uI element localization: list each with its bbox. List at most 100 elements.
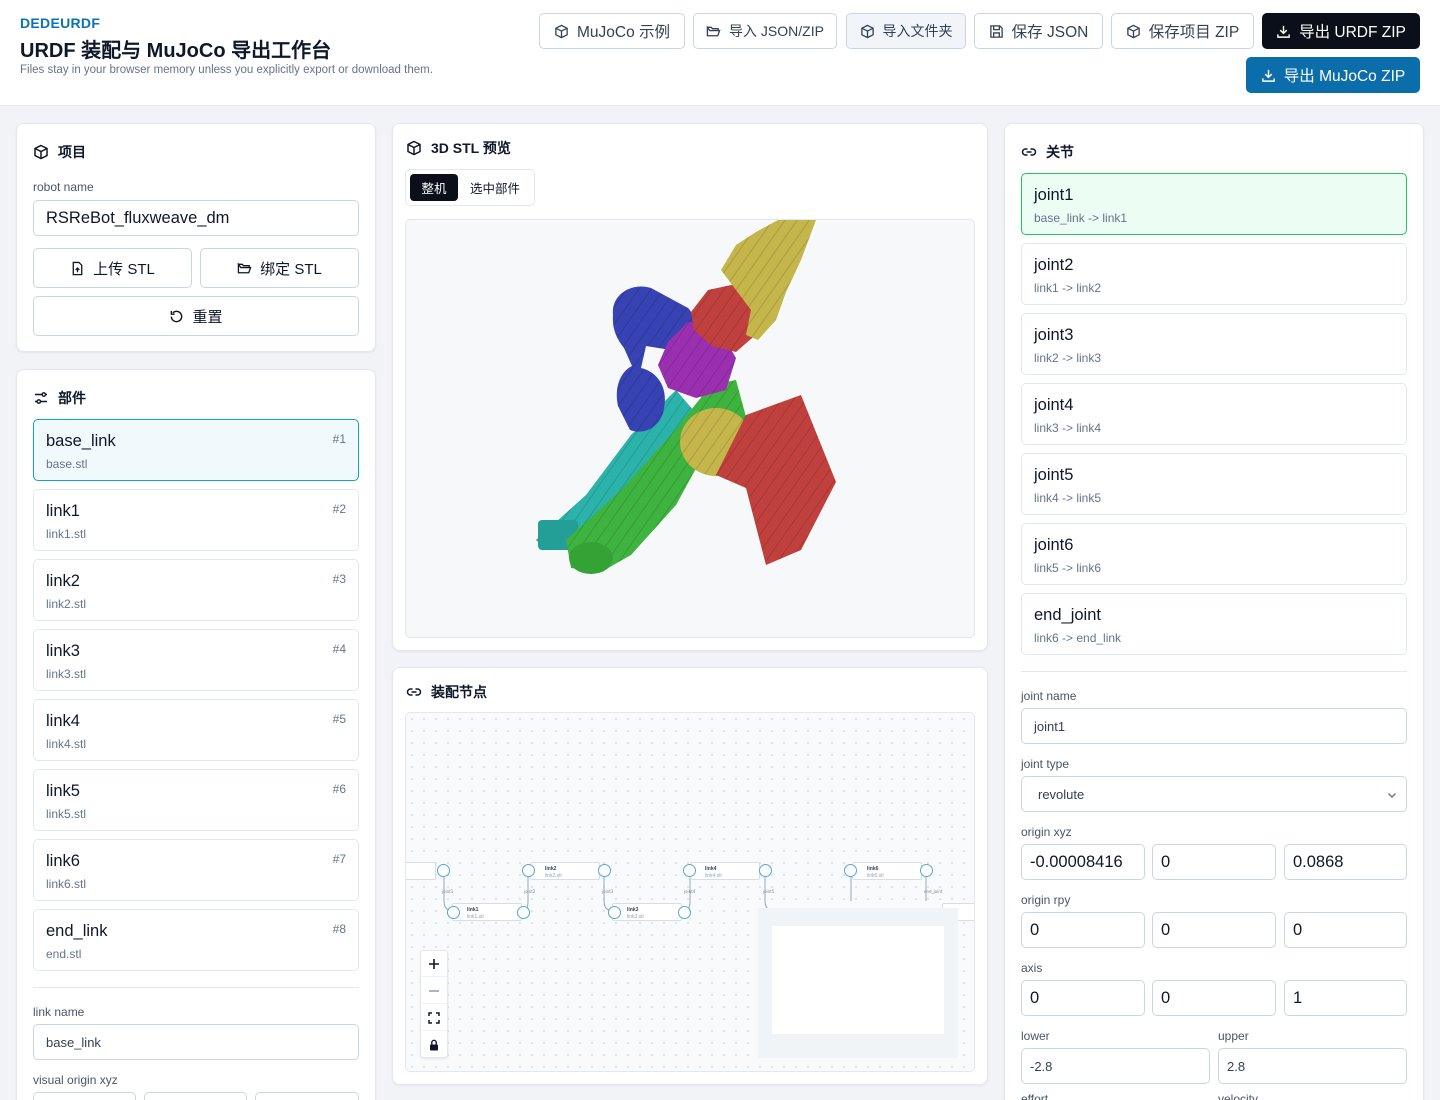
edge-label: joint5 [762,889,775,894]
joint-item-joint1[interactable]: joint1 base_link -> link1 [1021,173,1407,235]
part-item-link6[interactable]: link6 link6.stl #7 [33,839,359,901]
axis-label: axis [1021,961,1043,975]
velocity-label: velocity [1218,1092,1259,1100]
graph-node-link1[interactable]: link1 link1.stl [452,903,522,921]
node-handle[interactable] [517,906,530,919]
page-title: URDF 装配与 MuJoCo 导出工作台 [20,40,332,62]
zoom-out-button[interactable] [421,978,447,1004]
origin-y-input[interactable]: 0 [1152,844,1276,880]
node-title: link3 [627,907,639,913]
axis-x-input[interactable]: 0 [1021,980,1145,1016]
tab-whole-robot[interactable]: 整机 [410,174,458,201]
minus-icon [429,989,439,992]
folder-open-icon [706,24,721,36]
node-graph-canvas[interactable]: joint1 joint2 joint3 joint4 joint5 end_j… [405,712,975,1072]
graph-minimap[interactable] [758,908,958,1058]
node-handle[interactable] [759,864,772,877]
node-handle[interactable] [608,906,621,919]
origin-z-input[interactable]: 0.0868 [1284,844,1407,880]
origin-pitch-input[interactable]: 0 [1152,912,1276,948]
joint-item-joint5[interactable]: joint5 link4 -> link5 [1021,453,1407,515]
node-handle[interactable] [598,864,611,877]
import-folder-button[interactable]: 导入文件夹 [846,13,966,49]
export-mujoco-zip-button[interactable]: 导出 MuJoCo ZIP [1246,57,1420,93]
origin-roll-input[interactable]: 0 [1021,912,1145,948]
axis-z-input[interactable]: 1 [1284,980,1407,1016]
upper-limit-label: upper [1218,1029,1249,1043]
robot-name-input[interactable]: RSReBot_fluxweave_dm [33,200,359,236]
bind-stl-button[interactable]: 绑定 STL [200,248,359,288]
graph-node-link2[interactable]: link2 link2.stl [530,862,600,880]
node-handle[interactable] [678,906,691,919]
joint-name: joint3 [1034,326,1074,344]
axis-y-input[interactable]: 0 [1152,980,1276,1016]
node-handle[interactable] [844,864,857,877]
part-item-base-link[interactable]: base_link base.stl #1 [33,419,359,481]
lower-limit-label: lower [1021,1029,1050,1043]
joint-item-joint3[interactable]: joint3 link2 -> link3 [1021,313,1407,375]
file-upload-icon [72,261,83,275]
export-urdf-zip-button[interactable]: 导出 URDF ZIP [1262,13,1420,49]
part-item-link4[interactable]: link4 link4.stl #5 [33,699,359,761]
link-name-input[interactable]: base_link [33,1024,359,1060]
fit-view-button[interactable] [421,1005,447,1031]
joint-item-joint2[interactable]: joint2 link1 -> link2 [1021,243,1407,305]
upload-stl-label: 上传 STL [93,260,155,278]
zoom-in-button[interactable] [421,951,447,977]
reset-button[interactable]: 重置 [33,296,359,336]
import-json-zip-button[interactable]: 导入 JSON/ZIP [693,13,837,49]
parts-title-text: 部件 [58,390,86,406]
graph-node-link3[interactable]: link3 link3.stl [612,903,682,921]
save-json-button[interactable]: 保存 JSON [974,13,1103,49]
page-subtitle: Files stay in your browser memory unless… [20,64,433,76]
reset-label: 重置 [192,308,223,326]
joint-item-joint6[interactable]: joint6 link5 -> link6 [1021,523,1407,585]
lock-icon [430,1039,438,1051]
part-name: link1 [46,502,80,520]
visual-origin-z-input[interactable] [255,1092,359,1100]
cube-icon [555,24,568,38]
part-name: link4 [46,712,80,730]
node-handle[interactable] [920,864,933,877]
graph-node-link4[interactable]: link4 link4.stl [690,862,760,880]
origin-x-input[interactable]: -0.00008416 [1021,844,1145,880]
3d-viewport[interactable] [405,219,975,638]
upper-limit-input[interactable]: 2.8 [1218,1048,1407,1084]
visual-origin-x-input[interactable] [33,1092,136,1100]
visual-origin-y-input[interactable] [144,1092,247,1100]
origin-yaw-input[interactable]: 0 [1284,912,1407,948]
joint-item-end-joint[interactable]: end_joint link6 -> end_link [1021,593,1407,655]
export-urdf-zip-label: 导出 URDF ZIP [1299,24,1406,41]
tab-selected-part[interactable]: 选中部件 [462,174,528,201]
joint-item-joint4[interactable]: joint4 link3 -> link4 [1021,383,1407,445]
graph-node-link6[interactable]: link6 link6.stl [852,862,922,880]
node-handle[interactable] [437,864,450,877]
part-file: link1.stl [46,527,87,541]
node-handle[interactable] [683,864,696,877]
save-project-zip-button[interactable]: 保存项目 ZIP [1111,13,1254,49]
part-file: end.stl [46,947,82,961]
download-icon [1261,69,1275,82]
robot-name-label: robot name [33,180,94,194]
node-handle[interactable] [522,864,535,877]
joint-type-select[interactable]: revolute [1021,776,1407,812]
joint-relation: link1 -> link2 [1034,281,1102,295]
part-item-link2[interactable]: link2 link2.stl #3 [33,559,359,621]
part-item-end-link[interactable]: end_link end.stl #8 [33,909,359,971]
preview-card-title: 3D STL 预览 [406,138,511,158]
part-item-link5[interactable]: link5 link5.stl #6 [33,769,359,831]
part-item-link1[interactable]: link1 link1.stl #2 [33,489,359,551]
part-item-link3[interactable]: link3 link3.stl #4 [33,629,359,691]
save-json-label: 保存 JSON [1011,24,1089,41]
lock-button[interactable] [421,1032,447,1058]
origin-rpy-label: origin rpy [1021,893,1071,907]
graph-node-base[interactable] [406,862,436,880]
joint-name-input[interactable]: joint1 [1021,708,1407,744]
upload-stl-button[interactable]: 上传 STL [33,248,192,288]
node-handle[interactable] [447,906,460,919]
part-name: end_link [46,922,108,940]
mujoco-example-button[interactable]: MuJoCo 示例 [539,13,685,49]
part-index: #6 [332,782,346,796]
lower-limit-input[interactable]: -2.8 [1021,1048,1210,1084]
project-card-title: 项目 [33,142,86,162]
